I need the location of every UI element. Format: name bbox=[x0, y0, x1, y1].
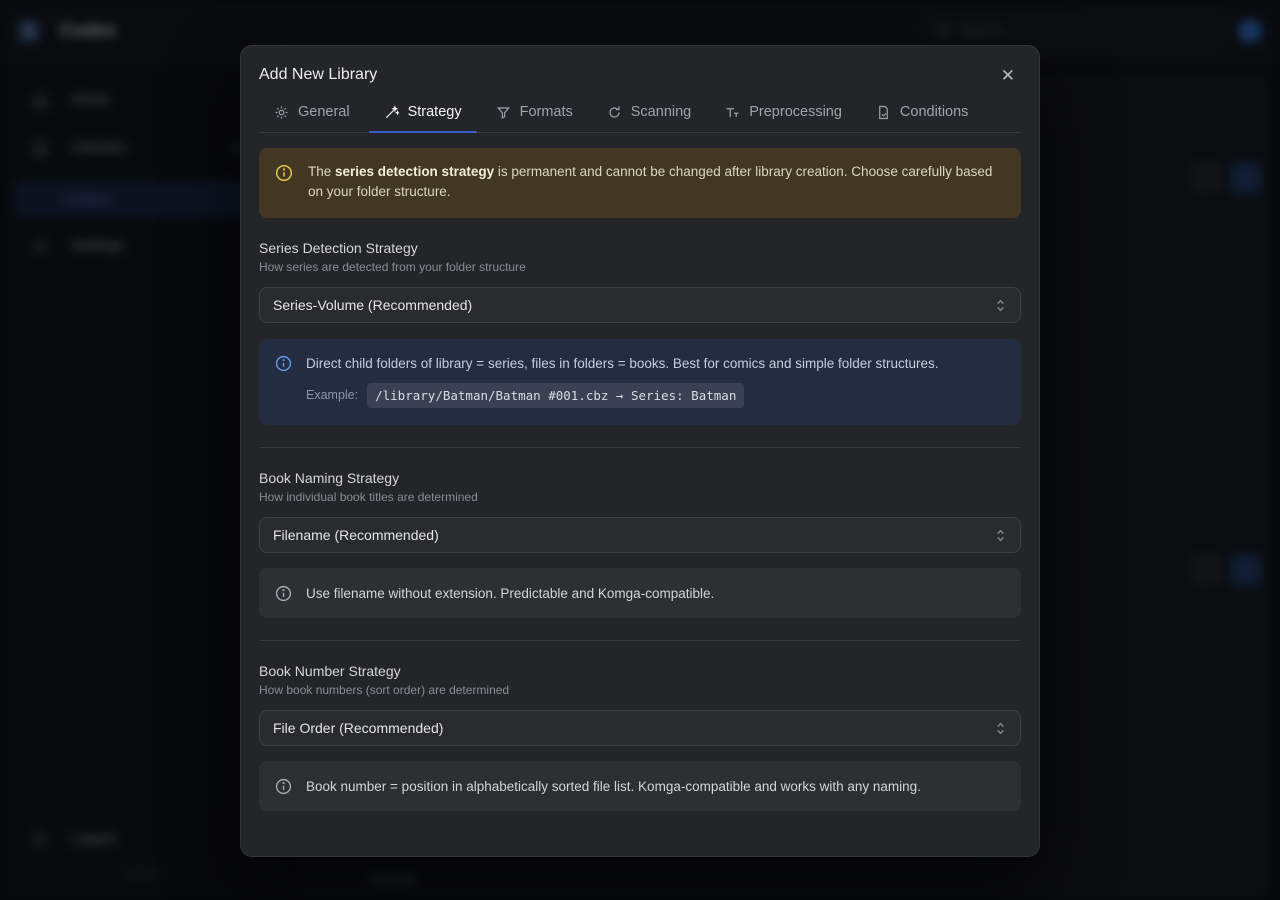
info-icon bbox=[275, 585, 292, 602]
book-number-info: Book number = position in alphabetically… bbox=[259, 761, 1021, 811]
book-number-select[interactable]: File Order (Recommended) bbox=[259, 710, 1021, 746]
example-code: /library/Batman/Batman #001.cbz → Series… bbox=[367, 383, 744, 408]
info-text: Use filename without extension. Predicta… bbox=[306, 586, 714, 601]
example-label: Example: bbox=[306, 386, 358, 405]
tab-scanning[interactable]: Scanning bbox=[592, 98, 706, 132]
page: Codex Home Libraries + Comics Sett bbox=[0, 0, 1280, 900]
book-naming-select[interactable]: Filename (Recommended) bbox=[259, 517, 1021, 553]
info-text: Direct child folders of library = series… bbox=[306, 354, 939, 373]
chevron-up-down-icon bbox=[994, 528, 1007, 543]
refresh-icon bbox=[607, 105, 622, 120]
tab-general[interactable]: General bbox=[259, 98, 365, 132]
tab-preprocessing[interactable]: Preprocessing bbox=[710, 98, 857, 132]
gear-icon bbox=[274, 105, 289, 120]
tab-conditions[interactable]: Conditions bbox=[861, 98, 984, 132]
book-naming-info: Use filename without extension. Predicta… bbox=[259, 568, 1021, 618]
book-naming-label: Book Naming Strategy bbox=[259, 470, 1021, 486]
funnel-icon bbox=[496, 105, 511, 120]
modal-title: Add New Library bbox=[259, 66, 377, 84]
warning-text: The series detection strategy is permane… bbox=[308, 162, 1005, 202]
warning-info-icon bbox=[275, 164, 293, 182]
info-text: Book number = position in alphabetically… bbox=[306, 779, 921, 794]
series-detection-select[interactable]: Series-Volume (Recommended) bbox=[259, 287, 1021, 323]
tab-formats[interactable]: Formats bbox=[481, 98, 588, 132]
chevron-up-down-icon bbox=[994, 298, 1007, 313]
series-detection-info: Direct child folders of library = series… bbox=[259, 339, 1021, 425]
chevron-up-down-icon bbox=[994, 721, 1007, 736]
add-library-modal: Add New Library ✕ General Strategy Forma… bbox=[240, 45, 1040, 857]
permanent-strategy-warning: The series detection strategy is permane… bbox=[259, 148, 1021, 218]
book-number-help: How book numbers (sort order) are determ… bbox=[259, 683, 1021, 697]
tab-strategy[interactable]: Strategy bbox=[369, 98, 477, 132]
book-number-label: Book Number Strategy bbox=[259, 663, 1021, 679]
series-detection-help: How series are detected from your folder… bbox=[259, 260, 1021, 274]
close-icon[interactable]: ✕ bbox=[1001, 67, 1015, 84]
modal-body: The series detection strategy is permane… bbox=[241, 133, 1039, 821]
book-naming-help: How individual book titles are determine… bbox=[259, 490, 1021, 504]
file-check-icon bbox=[876, 105, 891, 120]
section-divider bbox=[259, 640, 1021, 641]
example-row: Example: /library/Batman/Batman #001.cbz… bbox=[306, 383, 939, 408]
section-divider bbox=[259, 447, 1021, 448]
modal-header: Add New Library ✕ bbox=[241, 46, 1039, 84]
info-icon bbox=[275, 355, 292, 372]
modal-tabs: General Strategy Formats Scanning Prepro… bbox=[259, 98, 1021, 133]
series-detection-label: Series Detection Strategy bbox=[259, 240, 1021, 256]
type-icon bbox=[725, 105, 740, 120]
info-content: Direct child folders of library = series… bbox=[306, 354, 939, 408]
info-icon bbox=[275, 778, 292, 795]
wand-icon bbox=[384, 105, 399, 120]
